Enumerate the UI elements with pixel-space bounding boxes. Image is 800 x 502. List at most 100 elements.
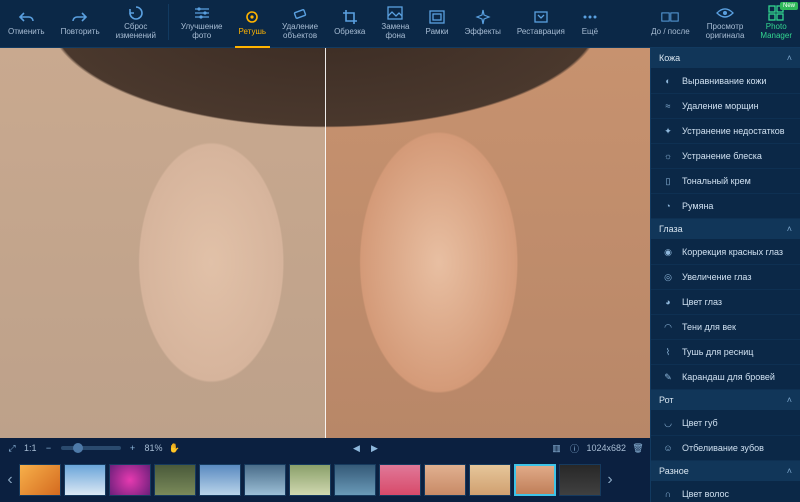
remove-objects-button[interactable]: Удаление объектов bbox=[274, 0, 326, 44]
zoom-value: 81% bbox=[145, 443, 163, 453]
hair-icon: ∩ bbox=[661, 487, 675, 501]
before-after-button[interactable]: До / после bbox=[643, 0, 698, 44]
wrinkle-icon: ≈ bbox=[661, 99, 675, 113]
redo-icon bbox=[71, 8, 89, 26]
reset-icon bbox=[127, 4, 145, 21]
image-dimensions: 1024x682 bbox=[586, 443, 626, 453]
new-badge: New bbox=[780, 2, 798, 10]
retouch-button[interactable]: Ретушь bbox=[231, 0, 275, 44]
zoom-in-icon[interactable]: + bbox=[127, 442, 139, 454]
redeye-icon: ◉ bbox=[661, 245, 675, 259]
image-canvas[interactable] bbox=[0, 48, 650, 438]
effects-button[interactable]: Эффекты bbox=[457, 0, 509, 44]
background-icon bbox=[386, 4, 404, 21]
thumbnail[interactable] bbox=[19, 464, 61, 496]
section-skin[interactable]: Кожа˄ bbox=[651, 48, 800, 69]
top-toolbar: Отменить Повторить Сброс изменений Улучш… bbox=[0, 0, 800, 48]
blemish-icon: ✦ bbox=[661, 124, 675, 138]
restoration-label: Реставрация bbox=[517, 28, 565, 36]
restoration-button[interactable]: Реставрация bbox=[509, 0, 573, 44]
fit-label[interactable]: 1:1 bbox=[24, 443, 37, 453]
tool-eyebrow-pencil[interactable]: ✎Карандаш для бровей bbox=[651, 365, 800, 390]
fit-expand-icon[interactable]: ⤢ bbox=[6, 442, 18, 454]
shine-icon: ☼ bbox=[661, 149, 675, 163]
tool-blush[interactable]: ◔Румяна bbox=[651, 194, 800, 219]
hand-icon[interactable]: ✋ bbox=[169, 442, 181, 454]
chevron-up-icon: ˄ bbox=[787, 224, 792, 234]
background-replace-label: Замена фона bbox=[381, 23, 409, 40]
view-original-button[interactable]: Просмотр оригинала bbox=[698, 0, 753, 44]
more-button[interactable]: Ещё bbox=[573, 0, 607, 44]
crop-button[interactable]: Обрезка bbox=[326, 0, 373, 44]
status-bar: ⤢ 1:1 − + 81% ✋ ◀ ▶ ▥ ⓘ 1024x682 🗑 bbox=[0, 438, 650, 458]
thumbnail[interactable] bbox=[64, 464, 106, 496]
undo-label: Отменить bbox=[8, 28, 45, 36]
tool-eye-enlarge[interactable]: ◎Увеличение глаз bbox=[651, 265, 800, 290]
thumbnail[interactable] bbox=[109, 464, 151, 496]
thumbnail[interactable] bbox=[154, 464, 196, 496]
before-after-label: До / после bbox=[651, 28, 690, 36]
teeth-icon: ☺ bbox=[661, 441, 675, 455]
redo-label: Повторить bbox=[61, 28, 100, 36]
tool-redeye[interactable]: ◉Коррекция красных глаз bbox=[651, 240, 800, 265]
compare-divider[interactable] bbox=[325, 48, 326, 438]
tool-hair-color[interactable]: ∩Цвет волос bbox=[651, 482, 800, 502]
info-icon[interactable]: ⓘ bbox=[568, 442, 580, 454]
thumbnail[interactable] bbox=[379, 464, 421, 496]
sliders-icon bbox=[193, 4, 211, 21]
thumbnail-selected[interactable] bbox=[514, 464, 556, 496]
sparkle-icon bbox=[474, 8, 492, 26]
enhance-button[interactable]: Улучшение фото bbox=[173, 0, 231, 44]
chevron-up-icon: ˄ bbox=[787, 53, 792, 63]
enlarge-icon: ◎ bbox=[661, 270, 675, 284]
tool-foundation[interactable]: ▯Тональный крем bbox=[651, 169, 800, 194]
compare-icon bbox=[661, 8, 679, 26]
tool-eyeshadow[interactable]: ◠Тени для век bbox=[651, 315, 800, 340]
crop-icon bbox=[341, 8, 359, 26]
tool-mascara[interactable]: ⌇Тушь для ресниц bbox=[651, 340, 800, 365]
reset-label: Сброс изменений bbox=[116, 23, 156, 40]
undo-button[interactable]: Отменить bbox=[0, 0, 53, 44]
background-replace-button[interactable]: Замена фона bbox=[373, 0, 417, 44]
blush-icon: ◔ bbox=[661, 199, 675, 213]
thumbs-prev[interactable]: ‹ bbox=[4, 462, 16, 498]
frames-label: Рамки bbox=[426, 28, 449, 36]
redo-button[interactable]: Повторить bbox=[53, 0, 108, 44]
zoom-out-icon[interactable]: − bbox=[43, 442, 55, 454]
thumbnail[interactable] bbox=[199, 464, 241, 496]
tool-eye-color[interactable]: ◕Цвет глаз bbox=[651, 290, 800, 315]
trash-icon[interactable]: 🗑 bbox=[632, 442, 644, 454]
prev-image-icon[interactable]: ◀ bbox=[351, 442, 363, 454]
frames-button[interactable]: Рамки bbox=[418, 0, 457, 44]
reset-button[interactable]: Сброс изменений bbox=[108, 0, 164, 44]
eyeshadow-icon: ◠ bbox=[661, 320, 675, 334]
histogram-icon[interactable]: ▥ bbox=[550, 442, 562, 454]
thumbnail[interactable] bbox=[244, 464, 286, 496]
tool-lip-color[interactable]: ◡Цвет губ bbox=[651, 411, 800, 436]
crop-label: Обрезка bbox=[334, 28, 365, 36]
tool-wrinkle-removal[interactable]: ≈Удаление морщин bbox=[651, 94, 800, 119]
zoom-slider[interactable] bbox=[61, 446, 121, 450]
section-mouth[interactable]: Рот˄ bbox=[651, 390, 800, 411]
tool-skin-smoothing[interactable]: ◐Выравнивание кожи bbox=[651, 69, 800, 94]
photo-manager-label: Photo Manager bbox=[760, 23, 792, 40]
next-image-icon[interactable]: ▶ bbox=[369, 442, 381, 454]
effects-label: Эффекты bbox=[465, 28, 501, 36]
photo-preview bbox=[0, 48, 650, 438]
tool-shine-removal[interactable]: ☼Устранение блеска bbox=[651, 144, 800, 169]
photo-manager-button[interactable]: New Photo Manager bbox=[752, 0, 800, 44]
chevron-up-icon: ˄ bbox=[787, 395, 792, 405]
section-misc[interactable]: Разное˄ bbox=[651, 461, 800, 482]
thumbnail[interactable] bbox=[559, 464, 601, 496]
tool-teeth-whitening[interactable]: ☺Отбеливание зубов bbox=[651, 436, 800, 461]
thumbs-next[interactable]: › bbox=[604, 462, 616, 498]
thumbnail[interactable] bbox=[469, 464, 511, 496]
thumbnail[interactable] bbox=[424, 464, 466, 496]
thumbnail[interactable] bbox=[334, 464, 376, 496]
remove-objects-label: Удаление объектов bbox=[282, 23, 318, 40]
section-eyes[interactable]: Глаза˄ bbox=[651, 219, 800, 240]
retouch-icon bbox=[243, 8, 261, 26]
thumbnail[interactable] bbox=[289, 464, 331, 496]
tool-blemish-removal[interactable]: ✦Устранение недостатков bbox=[651, 119, 800, 144]
eye-color-icon: ◕ bbox=[661, 295, 675, 309]
